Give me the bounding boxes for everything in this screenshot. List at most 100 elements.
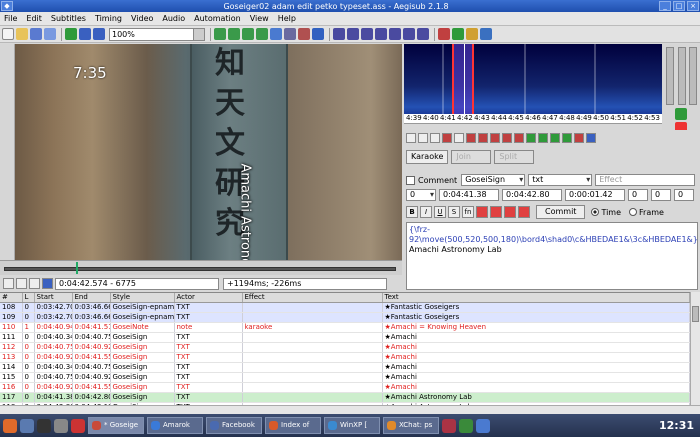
stop-audio-icon[interactable] [454,133,464,143]
translation-assistant-icon[interactable] [361,28,373,40]
strikeout-icon[interactable]: S [448,206,460,218]
header-start[interactable]: Start [34,293,73,303]
header-number[interactable]: # [0,293,23,303]
taskbar-task[interactable]: Index of [265,417,321,434]
stop-icon[interactable] [29,278,40,289]
actor-select[interactable]: txt [528,174,593,186]
volume-slider[interactable] [689,47,697,105]
tray-network-icon[interactable] [459,418,473,433]
play-500ms-before-icon[interactable] [466,133,476,143]
resample-icon[interactable] [284,28,296,40]
opera-icon[interactable] [71,418,85,433]
link-zoom-icon[interactable] [675,108,687,120]
split-button[interactable]: Split [494,149,535,164]
header-end[interactable]: End [72,293,111,303]
terminal-icon[interactable] [37,418,51,433]
play-line-icon[interactable] [16,278,27,289]
video-time-field[interactable]: 0:04:42.574 - 6775 [55,277,219,290]
taskbar-task[interactable]: Amarok [147,417,203,434]
resample-resolution-icon[interactable] [375,28,387,40]
frame-radio[interactable] [629,208,638,216]
play-icon[interactable] [3,278,14,289]
secondary-color-icon[interactable] [490,206,502,218]
subtitle-text-editor[interactable]: {\frz-92\move(500,520,500,180)\bord4\sha… [406,222,698,290]
header-style[interactable]: Style [110,293,175,303]
save-file-icon[interactable] [30,28,42,40]
scrollbar-thumb[interactable] [692,306,699,322]
table-row[interactable]: 114 0 0:04:40.34 0:04:40.75 GoseiSign TXT ★Ama… [0,362,690,373]
autoscroll-icon[interactable] [42,278,53,289]
menu-file[interactable]: File [4,14,17,23]
close-icon[interactable]: × [687,1,699,11]
styles-manager-icon[interactable] [214,28,226,40]
bold-icon[interactable]: B [406,206,418,218]
lead-in-icon[interactable] [526,133,536,143]
maximize-icon[interactable]: □ [673,1,685,11]
tag-hide-icon[interactable] [466,28,478,40]
tray-volume-icon[interactable] [476,418,490,433]
shadow-color-icon[interactable] [518,206,530,218]
italic-icon[interactable]: I [420,206,432,218]
table-row[interactable]: 112 0 0:04:40.75 0:04:40.92 GoseiSign TXT ★Ama… [0,342,690,353]
window-menu-icon[interactable]: ◆ [1,1,13,11]
commit-button[interactable]: Commit [536,205,586,219]
margin-vertical-field[interactable]: 0 [674,189,694,201]
table-row[interactable]: 115 0 0:04:40.75 0:04:40.92 GoseiSign TXT ★Ama… [0,372,690,383]
menu-timing[interactable]: Timing [95,14,122,23]
comment-checkbox[interactable] [406,175,415,185]
taskbar-task[interactable]: * Goseige [88,417,144,434]
zoom-in-icon[interactable] [79,28,91,40]
menu-automation[interactable]: Automation [194,14,241,23]
desktop-icon[interactable] [20,418,34,433]
fonts-collector-icon[interactable] [256,28,268,40]
margin-left-field[interactable]: 0 [628,189,648,201]
start-menu-icon[interactable] [3,418,17,433]
horizontal-zoom-slider[interactable] [666,47,674,105]
table-row[interactable]: 116 0 0:04:40.92 0:04:41.55 GoseiSign TXT ★Ama… [0,382,690,393]
underline-icon[interactable]: U [434,206,446,218]
font-icon[interactable]: fn [462,206,474,218]
table-row[interactable]: 110 1 0:04:40.94 0:04:41.51 GoseiNote note kar… [0,322,690,333]
commit-check-icon[interactable] [550,133,560,143]
goto-icon[interactable] [562,133,572,143]
audio-selection[interactable] [452,44,474,114]
seek-track[interactable] [4,267,396,271]
translation-icon[interactable] [298,28,310,40]
vertical-zoom-slider[interactable] [678,47,686,105]
menu-view[interactable]: View [250,14,269,23]
taskbar-task[interactable]: XChat: ps [383,417,439,434]
menu-help[interactable]: Help [278,14,296,23]
time-radio[interactable] [591,208,600,216]
start-time-field[interactable]: 0:04:41.38 [439,189,499,201]
auto-commit-icon[interactable] [574,133,584,143]
end-time-field[interactable]: 0:04:42.80 [502,189,562,201]
play-to-end-icon[interactable] [514,133,524,143]
taskbar-task[interactable]: Facebook [206,417,262,434]
jump-to-icon[interactable] [65,28,77,40]
audio-spectrum[interactable] [404,44,662,114]
table-row[interactable]: 108 0 0:03:42.70 0:03:46.66 GoseiSign-epname… [0,302,690,313]
shift-times-icon[interactable] [333,28,345,40]
play-selection-icon[interactable] [430,133,440,143]
play-last-500ms-icon[interactable] [502,133,512,143]
margin-right-field[interactable]: 0 [651,189,671,201]
tray-flag-icon[interactable] [442,418,456,433]
header-actor[interactable]: Actor [174,293,243,303]
save-as-icon[interactable] [44,28,56,40]
outline-color-icon[interactable] [504,206,516,218]
karaoke-button[interactable]: Karaoke [406,149,449,164]
next-line-icon[interactable] [418,133,428,143]
taskbar-task[interactable]: WinXP [ [324,417,380,434]
properties-icon[interactable] [228,28,240,40]
subs-ffmpeg-icon[interactable] [417,28,429,40]
menu-audio[interactable]: Audio [162,14,185,23]
header-text[interactable]: Text [382,293,690,303]
header-effect[interactable]: Effect [242,293,383,303]
previous-line-icon[interactable] [406,133,416,143]
video-seek-bar[interactable] [0,260,402,275]
minimize-icon[interactable]: _ [659,1,671,11]
grid-horizontal-scrollbar[interactable] [0,405,700,414]
table-row[interactable]: 111 0 0:04:40.34 0:04:40.75 GoseiSign TXT ★Ama… [0,332,690,343]
header-layer[interactable]: L [22,293,35,303]
play-original-icon[interactable] [442,133,452,143]
